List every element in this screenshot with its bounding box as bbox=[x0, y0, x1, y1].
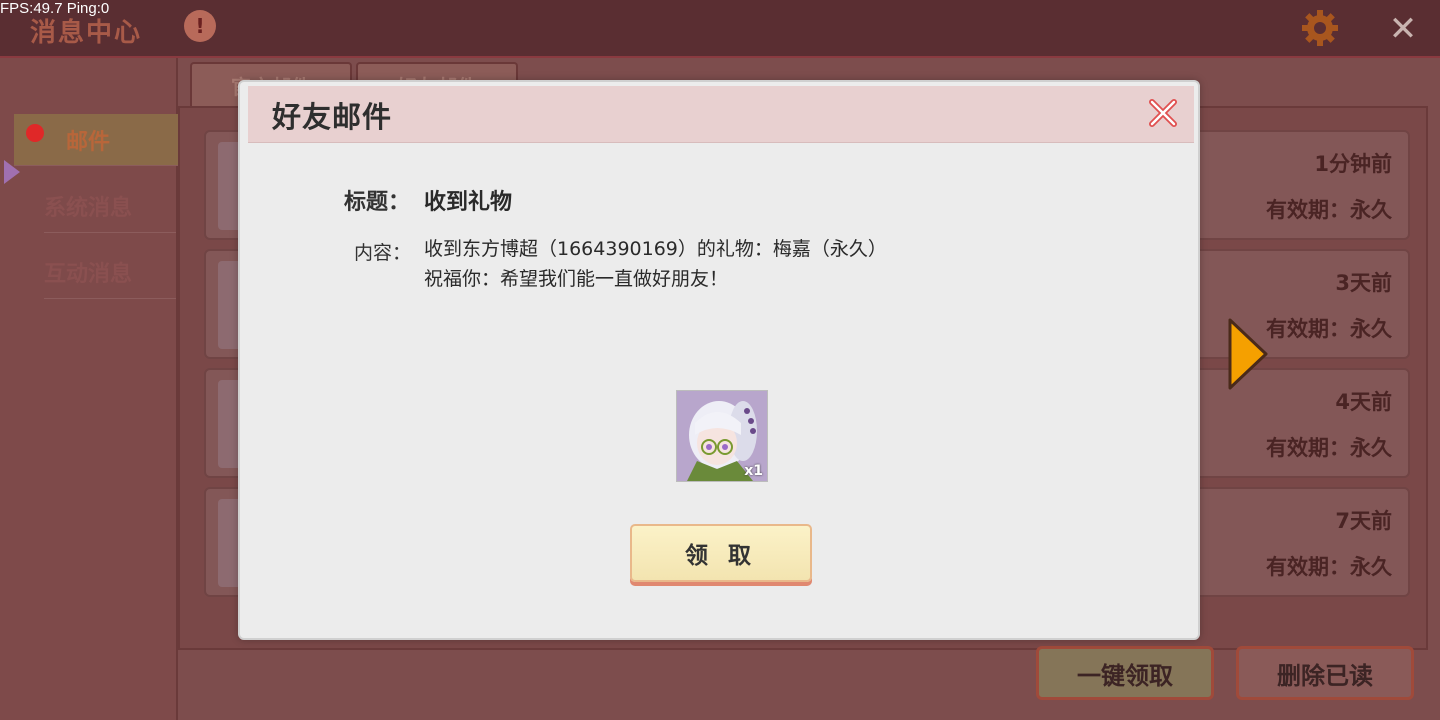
mail-time: 1分钟前 bbox=[1314, 152, 1392, 176]
fps-readout: FPS:49.7 Ping:0 bbox=[0, 0, 110, 17]
mail-time: 3天前 bbox=[1335, 271, 1392, 295]
gear-icon[interactable] bbox=[1300, 8, 1340, 48]
subject-text: 收到礼物 bbox=[424, 190, 513, 215]
dialog-title: 好友邮件 bbox=[272, 100, 393, 134]
close-icon[interactable]: ✕ bbox=[1386, 12, 1420, 46]
unread-dot bbox=[26, 124, 44, 142]
content-line-2: 祝福你：希望我们能一直做好朋友！ bbox=[424, 268, 729, 290]
close-icon[interactable] bbox=[1148, 98, 1178, 128]
notice-badge[interactable]: ! bbox=[184, 10, 216, 42]
claim-button[interactable]: 领 取 bbox=[630, 524, 812, 582]
center-title: 消息中心 bbox=[30, 18, 143, 48]
gift-quantity: x1 bbox=[744, 463, 763, 479]
claim-all-button[interactable]: 一键领取 bbox=[1036, 646, 1214, 700]
top-bar: 消息中心 ! ✕ bbox=[0, 0, 1440, 58]
dialog-header: 好友邮件 bbox=[248, 86, 1194, 143]
friend-mail-dialog: 好友邮件 标题： 收到礼物 内容： 收到东方博超（1664390169）的礼物：… bbox=[238, 80, 1200, 640]
arrow-indicator-icon bbox=[4, 160, 20, 184]
subject-label: 标题： bbox=[344, 190, 411, 215]
sidebar-item-interaction[interactable]: 互动消息 bbox=[44, 246, 176, 299]
sidebar-item-system[interactable]: 系统消息 bbox=[44, 180, 176, 233]
content-line-1: 收到东方博超（1664390169）的礼物：梅嘉（永久） bbox=[424, 238, 887, 260]
mail-expire: 有效期：永久 bbox=[1266, 198, 1392, 222]
mail-expire: 有效期：永久 bbox=[1266, 436, 1392, 460]
gift-item[interactable]: x1 bbox=[676, 390, 768, 482]
content-label: 内容： bbox=[354, 242, 412, 264]
arrow-right-icon[interactable] bbox=[1228, 318, 1268, 390]
mail-time: 7天前 bbox=[1335, 509, 1392, 533]
mail-expire: 有效期：永久 bbox=[1266, 555, 1392, 579]
mail-time: 4天前 bbox=[1335, 390, 1392, 414]
delete-read-button[interactable]: 删除已读 bbox=[1236, 646, 1414, 700]
mail-expire: 有效期：永久 bbox=[1266, 317, 1392, 341]
